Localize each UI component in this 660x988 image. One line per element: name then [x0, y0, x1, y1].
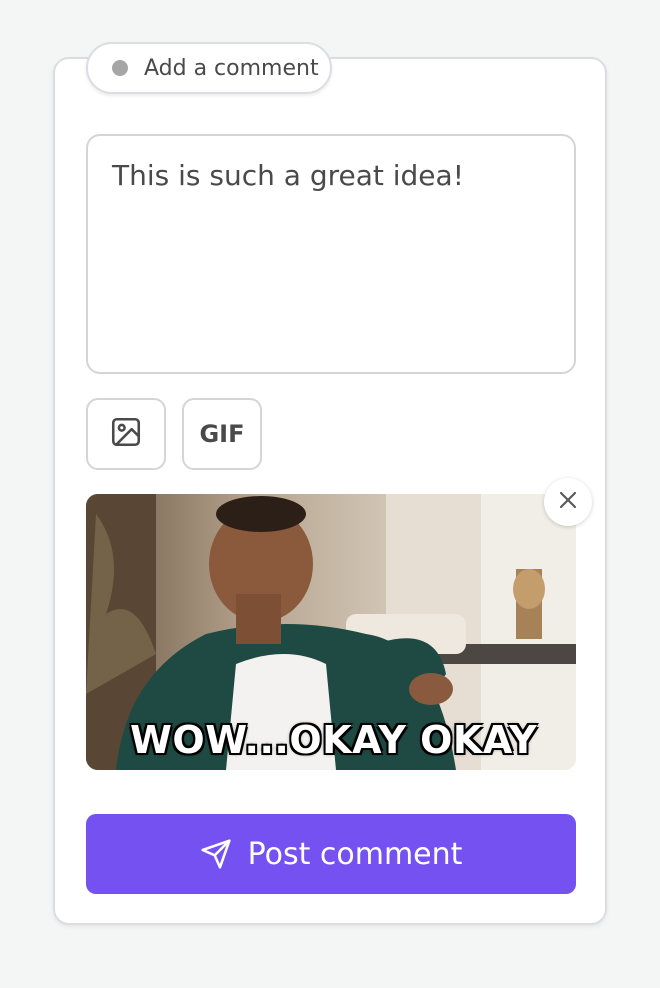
gif-label: GIF — [199, 420, 245, 448]
post-comment-label: Post comment — [247, 836, 463, 872]
gif-preview: WOW...OKAY OKAY — [86, 494, 576, 770]
remove-gif-button[interactable] — [544, 478, 592, 526]
tab-label: Add a comment — [144, 55, 319, 81]
add-gif-button[interactable]: GIF — [182, 398, 262, 470]
gif-caption: WOW...OKAY OKAY — [130, 718, 538, 762]
add-image-button[interactable] — [86, 398, 166, 470]
post-comment-button[interactable]: Post comment — [86, 814, 576, 894]
image-icon — [109, 415, 143, 453]
send-icon — [200, 838, 232, 870]
comment-textarea[interactable]: This is such a great idea! — [86, 134, 576, 374]
close-icon — [556, 488, 580, 516]
add-comment-tab: Add a comment — [86, 42, 332, 94]
status-dot — [112, 60, 128, 76]
